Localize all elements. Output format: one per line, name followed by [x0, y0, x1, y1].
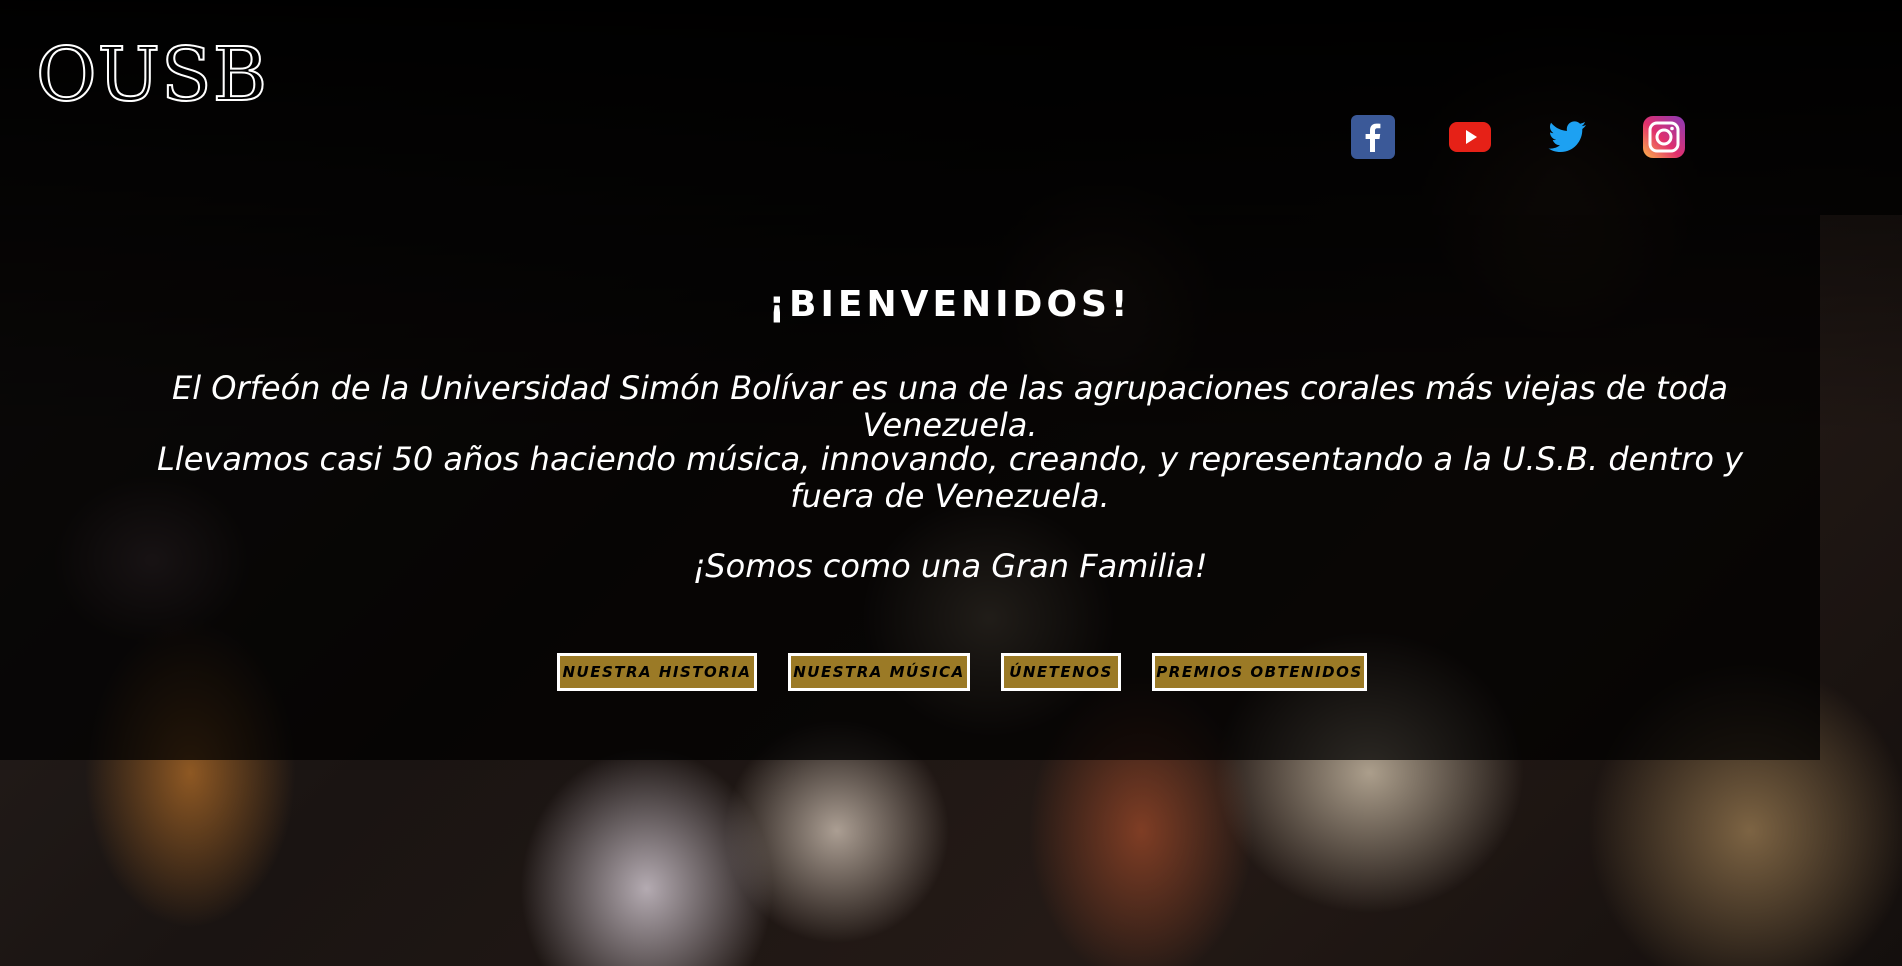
- header-bar: OUSB: [0, 0, 1902, 215]
- instagram-link[interactable]: [1641, 114, 1687, 160]
- twitter-link[interactable]: [1544, 114, 1590, 160]
- instagram-icon: [1643, 116, 1685, 158]
- youtube-link[interactable]: [1447, 114, 1493, 160]
- premios-obtenidos-button[interactable]: PREMIOS OBTENIDOS: [1152, 653, 1367, 691]
- youtube-icon: [1449, 122, 1491, 152]
- intro-paragraph: El Orfeón de la Universidad Simón Bolíva…: [172, 369, 1728, 444]
- facebook-link[interactable]: [1350, 114, 1396, 160]
- unetenos-button[interactable]: ÚNETENOS: [1001, 653, 1121, 691]
- family-paragraph: ¡Somos como una Gran Familia!: [692, 547, 1208, 585]
- nuestra-historia-button[interactable]: NUESTRA HISTORIA: [557, 653, 757, 691]
- welcome-title: ¡BIENVENIDOS!: [768, 284, 1132, 325]
- history-paragraph: Llevamos casi 50 años haciendo música, i…: [156, 440, 1744, 515]
- facebook-icon: [1351, 115, 1395, 159]
- nuestra-musica-button[interactable]: NUESTRA MÚSICA: [788, 653, 970, 691]
- site-logo[interactable]: OUSB: [35, 30, 268, 120]
- twitter-icon: [1548, 121, 1586, 152]
